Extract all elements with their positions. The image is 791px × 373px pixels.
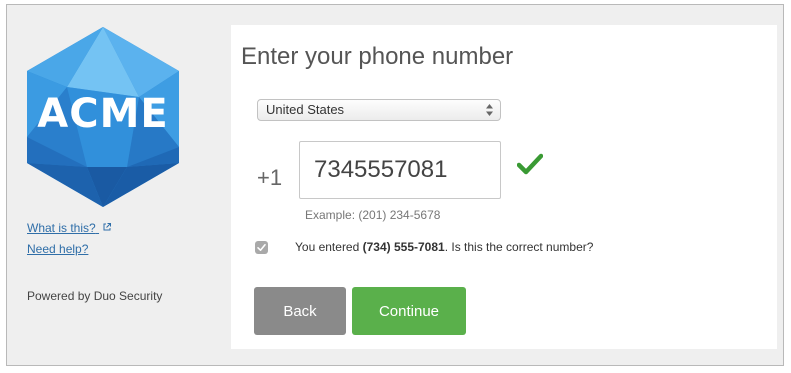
- what-is-this-label: What is this?: [27, 221, 96, 235]
- auth-frame: ACME What is this? Need help? Powered by…: [6, 4, 784, 366]
- acme-logo: ACME: [27, 27, 179, 207]
- example-format-text: Example: (201) 234-5678: [305, 208, 441, 222]
- confirm-suffix: . Is this the correct number?: [444, 240, 594, 254]
- confirm-prefix: You entered: [295, 240, 363, 254]
- confirm-number: (734) 555-7081: [362, 240, 445, 254]
- checkbox-check-icon: [257, 244, 266, 251]
- phone-entry-panel: Enter your phone number United States +1…: [231, 25, 777, 349]
- country-code-label: +1: [257, 165, 283, 190]
- what-is-this-link[interactable]: What is this?: [27, 219, 207, 237]
- powered-by-text: Powered by Duo Security: [27, 289, 163, 303]
- valid-checkmark-icon: [517, 153, 543, 175]
- external-link-icon: [103, 223, 112, 231]
- sidebar-links: What is this? Need help?: [27, 219, 207, 261]
- select-arrows-icon: [486, 104, 493, 116]
- country-select-value: United States: [266, 102, 345, 117]
- phone-number-input[interactable]: [299, 141, 501, 199]
- back-button[interactable]: Back: [254, 287, 346, 335]
- confirm-checkbox[interactable]: [255, 241, 268, 254]
- country-select[interactable]: United States: [257, 99, 501, 121]
- page-title: Enter your phone number: [241, 43, 514, 70]
- confirm-text: You entered (734) 555-7081. Is this the …: [295, 239, 593, 255]
- continue-button[interactable]: Continue: [352, 287, 466, 335]
- need-help-link[interactable]: Need help?: [27, 240, 207, 258]
- logo-text: ACME: [37, 91, 169, 137]
